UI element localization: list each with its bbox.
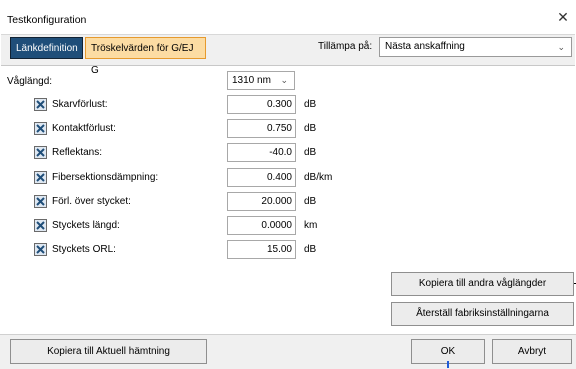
check-x-icon <box>36 173 45 182</box>
wavelength-label: Våglängd: <box>7 76 53 87</box>
tab-link-definition[interactable]: Länkdefinition <box>10 37 83 59</box>
check-x-icon <box>36 100 45 109</box>
threshold-checkbox[interactable] <box>34 122 47 135</box>
threshold-input[interactable]: 15.00 <box>227 240 296 259</box>
window-title: Testkonfiguration <box>7 14 87 26</box>
reset-factory-settings-button[interactable]: Återställ fabriksinställningarna <box>391 302 574 326</box>
threshold-checkbox[interactable] <box>34 195 47 208</box>
threshold-unit: dB/km <box>304 172 333 183</box>
wavelength-value: 1310 nm <box>232 75 271 86</box>
threshold-unit: dB <box>304 196 317 207</box>
copy-to-current-acquisition-button[interactable]: Kopiera till Aktuell hämtning <box>10 339 207 364</box>
threshold-unit: dB <box>304 244 317 255</box>
threshold-input[interactable]: 0.400 <box>227 168 296 187</box>
check-x-icon <box>36 124 45 133</box>
threshold-checkbox[interactable] <box>34 243 47 256</box>
threshold-checkbox[interactable] <box>34 98 47 111</box>
threshold-label: Skarvförlust: <box>52 99 108 110</box>
threshold-row: Kontaktförlust: 0.750 dB <box>0 119 576 141</box>
threshold-input[interactable]: 20.000 <box>227 192 296 211</box>
threshold-unit: dB <box>304 147 317 158</box>
chevron-down-icon: ⌄ <box>280 75 288 85</box>
threshold-row: Skarvförlust: 0.300 dB <box>0 95 576 117</box>
threshold-unit: dB <box>304 123 317 134</box>
threshold-label: Styckets ORL: <box>52 244 116 255</box>
threshold-input[interactable]: 0.750 <box>227 119 296 138</box>
threshold-input[interactable]: -40.0 <box>227 143 296 162</box>
cancel-button[interactable]: Avbryt <box>492 339 572 364</box>
threshold-input[interactable]: 0.300 <box>227 95 296 114</box>
threshold-checkbox[interactable] <box>34 171 47 184</box>
apply-to-label: Tillämpa på: <box>318 41 373 52</box>
check-x-icon <box>36 148 45 157</box>
threshold-row: Reflektans: -40.0 dB <box>0 143 576 165</box>
check-x-icon <box>36 245 45 254</box>
threshold-row: Fibersektionsdämpning: 0.400 dB/km <box>0 168 576 190</box>
wavelength-dropdown[interactable]: 1310 nm ⌄ <box>227 71 295 90</box>
copy-to-other-wavelengths-button[interactable]: Kopiera till andra våglängder <box>391 272 574 296</box>
threshold-label: Reflektans: <box>52 147 103 158</box>
title-bar <box>0 0 576 30</box>
tab-pass-fail-thresholds[interactable]: Tröskelvärden för G/EJ G <box>85 37 206 76</box>
apply-to-value: Nästa anskaffning <box>385 41 465 52</box>
threshold-unit: km <box>304 220 318 231</box>
threshold-label: Fibersektionsdämpning: <box>52 172 159 183</box>
threshold-label: Förl. över stycket: <box>52 196 131 207</box>
ok-pointer-marker <box>447 361 449 368</box>
threshold-label: Styckets längd: <box>52 220 120 231</box>
threshold-row: Styckets ORL: 15.00 dB <box>0 240 576 262</box>
threshold-unit: dB <box>304 99 317 110</box>
chevron-down-icon: ⌄ <box>557 42 565 52</box>
threshold-checkbox[interactable] <box>34 146 47 159</box>
threshold-label: Kontaktförlust: <box>52 123 116 134</box>
check-x-icon <box>36 197 45 206</box>
threshold-checkbox[interactable] <box>34 219 47 232</box>
threshold-input[interactable]: 0.0000 <box>227 216 296 235</box>
threshold-row: Styckets längd: 0.0000 km <box>0 216 576 238</box>
close-icon[interactable]: ✕ <box>556 10 570 24</box>
apply-to-dropdown[interactable]: Nästa anskaffning ⌄ <box>379 37 572 57</box>
check-x-icon <box>36 221 45 230</box>
threshold-row: Förl. över stycket: 20.000 dB <box>0 192 576 214</box>
